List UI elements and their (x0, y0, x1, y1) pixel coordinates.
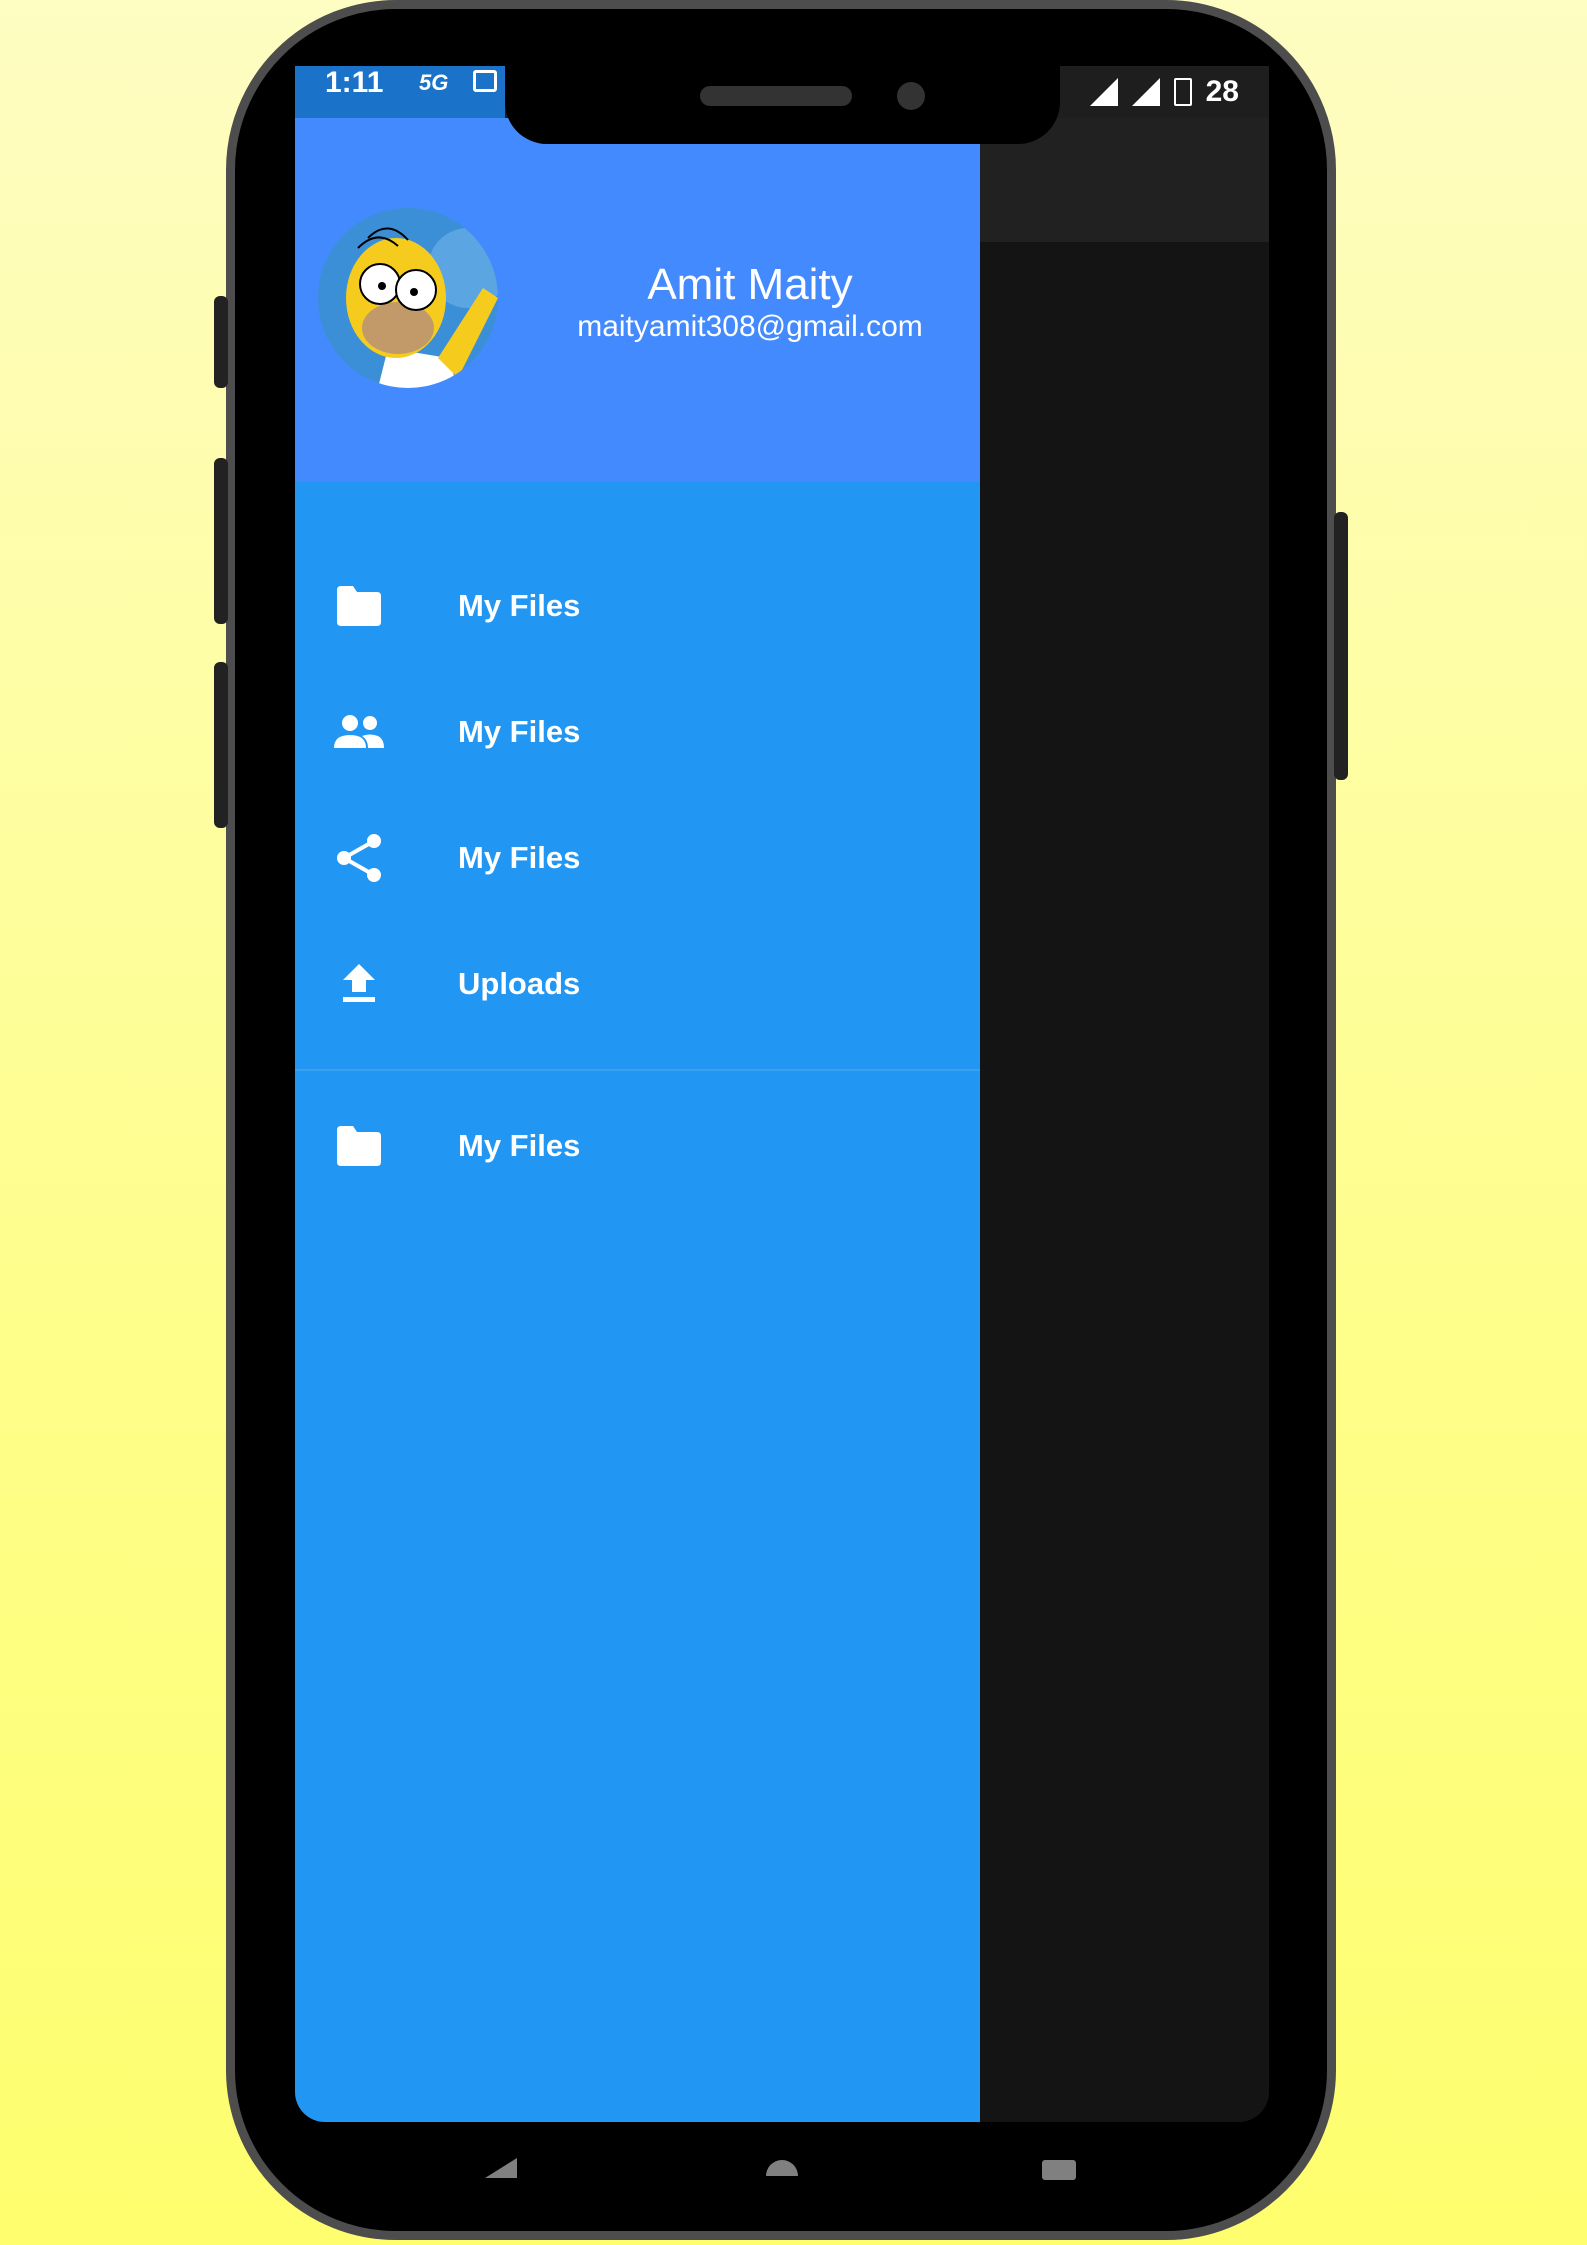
menu-item-share[interactable]: My Files (295, 795, 980, 921)
drawer-divider (295, 1069, 980, 1071)
user-name: Amit Maity (647, 260, 853, 309)
folder-icon (331, 1118, 387, 1174)
menu-item-label: My Files (458, 1128, 581, 1163)
screen: 1:11 5G 28 Amit Maity maityamit308@gmail… (295, 66, 1269, 2122)
people-icon (331, 704, 387, 760)
menu-item-label: My Files (458, 714, 581, 749)
avatar[interactable] (318, 208, 498, 388)
cell-signal-icon (1131, 78, 1160, 106)
home-icon[interactable] (766, 2160, 798, 2176)
status-bar-right: 28 (1089, 66, 1239, 118)
status-time: 1:11 (325, 66, 384, 99)
drawer-header: Amit Maity maityamit308@gmail.com (295, 118, 980, 482)
share-icon (331, 830, 387, 886)
power-button (1334, 512, 1348, 780)
volume-down-button (214, 662, 228, 828)
battery-level: 28 (1205, 75, 1239, 108)
menu-item-my-files[interactable]: My Files (295, 543, 980, 669)
folder-icon (331, 578, 387, 634)
homer-avatar-icon (318, 208, 498, 388)
speaker (700, 86, 852, 106)
network-type: 5G (419, 70, 449, 95)
system-nav-bar (295, 2122, 1269, 2202)
volume-up-button (214, 458, 228, 624)
menu-item-label: Uploads (458, 966, 581, 1001)
status-bar-left: 1:11 5G (295, 66, 505, 118)
navigation-drawer: Amit Maity maityamit308@gmail.com My Fil… (295, 118, 980, 2122)
battery-icon (1173, 78, 1192, 106)
user-email: maityamit308@gmail.com (577, 310, 923, 343)
menu-item-shared[interactable]: My Files (295, 669, 980, 795)
menu-item-my-files-secondary[interactable]: My Files (295, 1083, 980, 1209)
menu-item-label: My Files (458, 588, 581, 623)
side-button (214, 296, 228, 388)
menu-item-label: My Files (458, 840, 581, 875)
back-icon[interactable] (485, 2158, 517, 2178)
news-icon (473, 70, 497, 92)
wifi-icon (1089, 78, 1118, 106)
front-camera (897, 82, 925, 110)
recent-apps-icon[interactable] (1042, 2160, 1076, 2180)
menu-item-uploads[interactable]: Uploads (295, 921, 980, 1047)
upload-icon (331, 956, 387, 1012)
